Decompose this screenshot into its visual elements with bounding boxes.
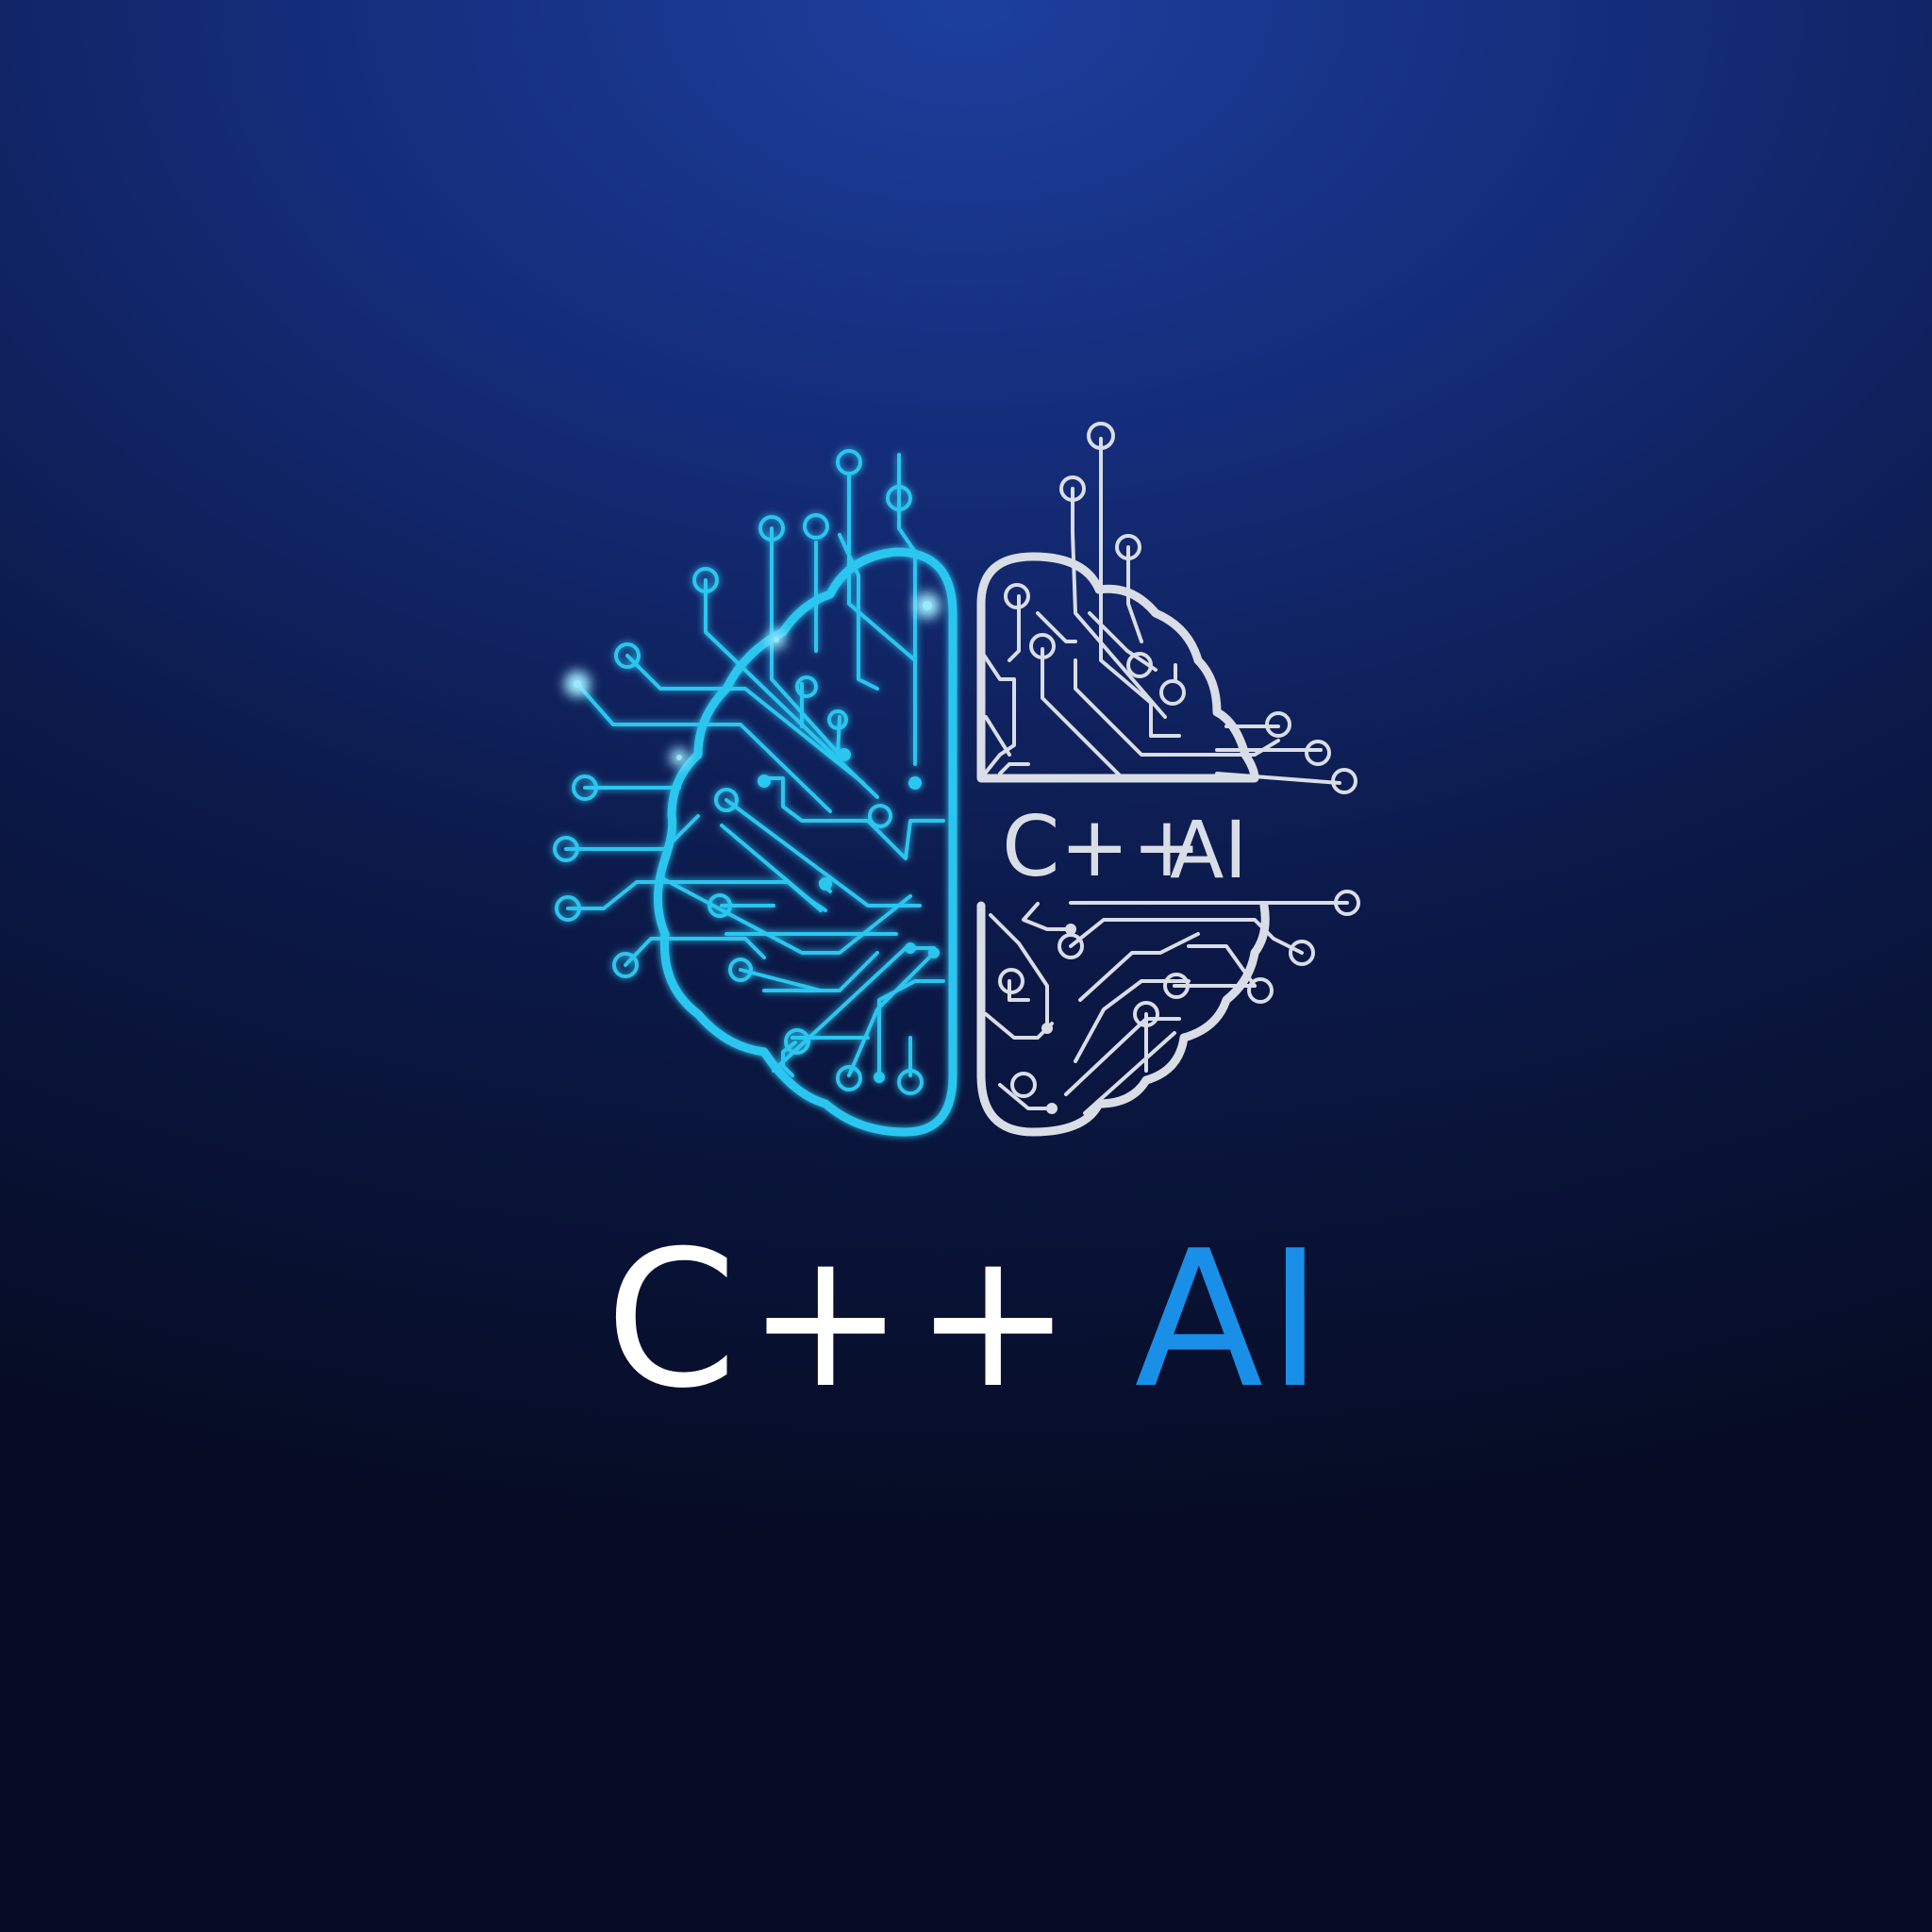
inner-ai-text: AI bbox=[1170, 804, 1247, 896]
left-hemisphere bbox=[553, 449, 958, 1137]
inner-lettering: C+ + AI bbox=[1002, 798, 1247, 896]
circuit-brain-icon: C+ + AI bbox=[553, 422, 1360, 1137]
right-hemisphere bbox=[976, 422, 1360, 1137]
wordmark-ai: AI bbox=[1134, 1210, 1327, 1430]
glow-sparks bbox=[564, 592, 941, 767]
logo-canvas: C+ + AI C++ AI bbox=[0, 0, 1932, 1932]
wordmark-cpp: C++ bbox=[605, 1210, 1082, 1430]
wordmark: C++ AI bbox=[0, 1226, 1932, 1415]
inner-cpp-text: C+ bbox=[1002, 798, 1129, 895]
